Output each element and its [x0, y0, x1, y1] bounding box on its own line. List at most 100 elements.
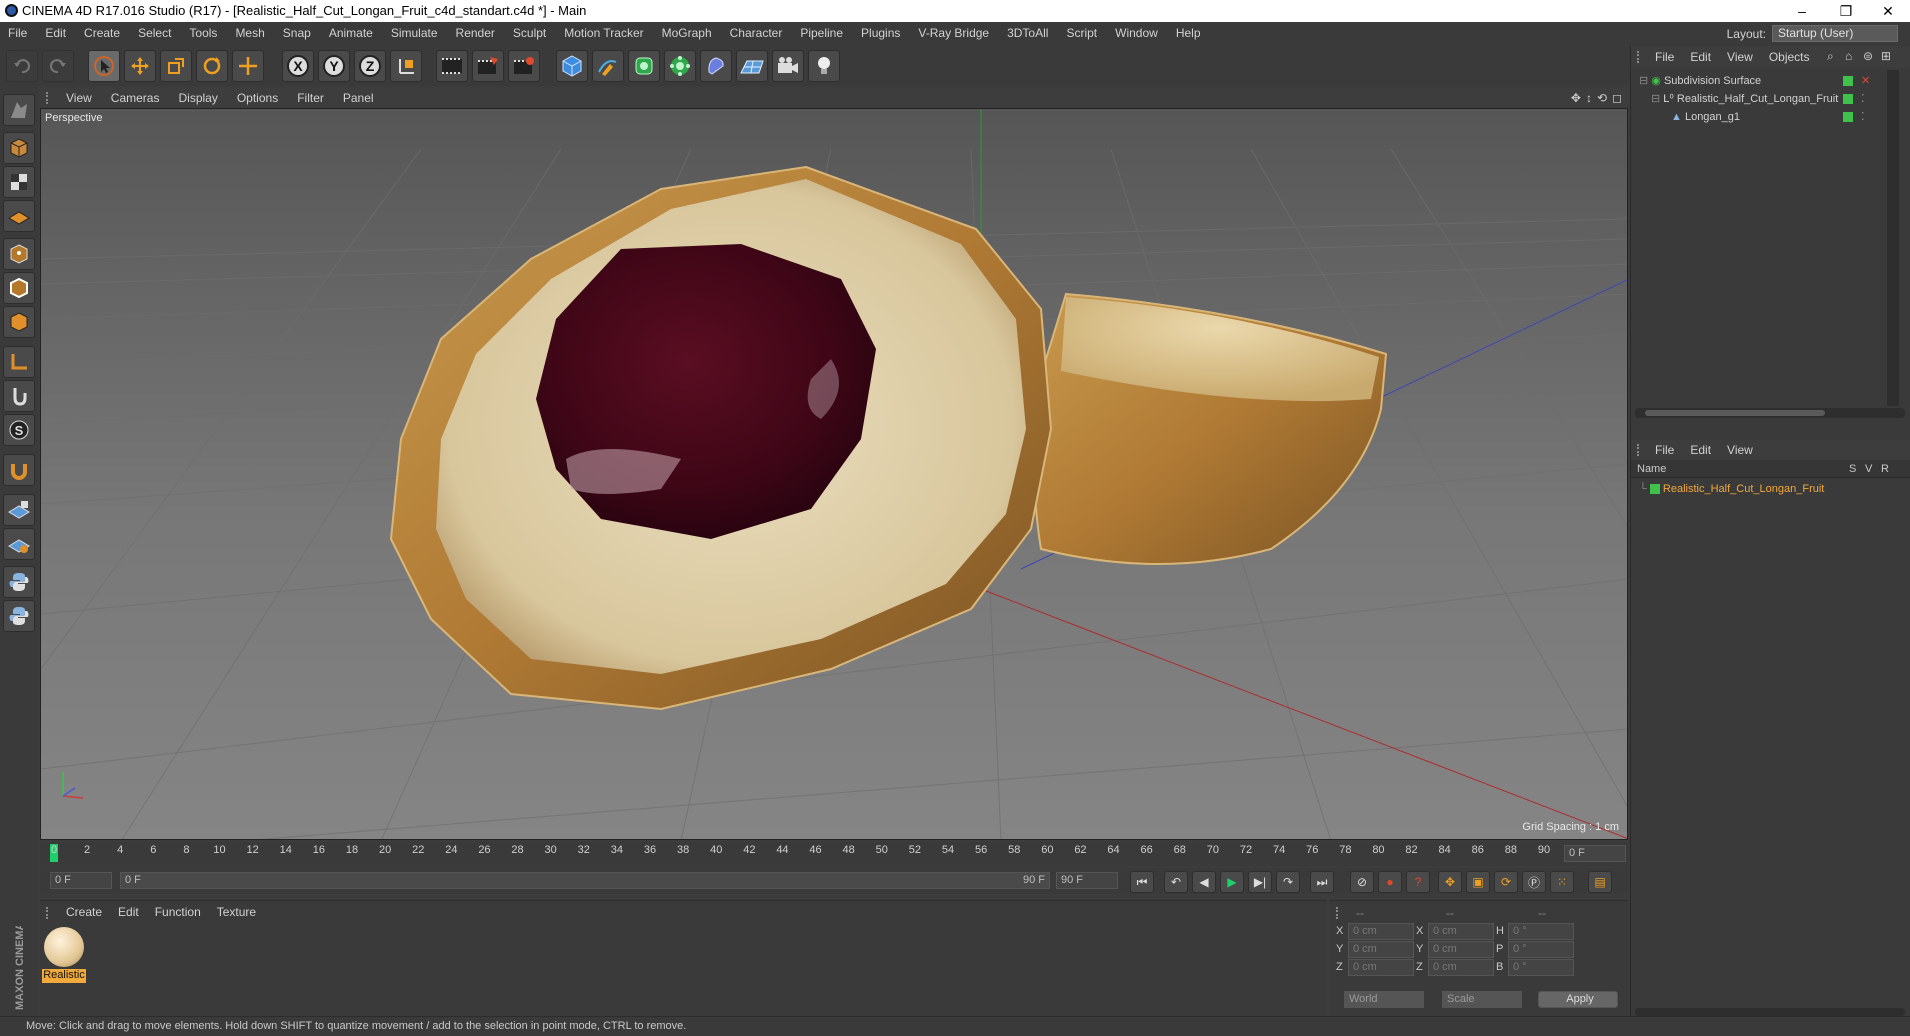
texture-mode-icon[interactable]: [3, 166, 35, 198]
material-menu-edit[interactable]: Edit: [118, 905, 139, 919]
menu-help[interactable]: Help: [1176, 26, 1201, 40]
cube-primitive-icon[interactable]: [556, 50, 588, 82]
menu-plugins[interactable]: Plugins: [861, 26, 900, 40]
subdivision-surface-icon[interactable]: [628, 50, 660, 82]
filter-icon[interactable]: ⊜: [1863, 49, 1873, 63]
viewport-menu-filter[interactable]: Filter: [297, 91, 324, 105]
apply-button[interactable]: Apply: [1538, 991, 1618, 1008]
material-menu-texture[interactable]: Texture: [217, 905, 256, 919]
play-icon[interactable]: ▶: [1220, 871, 1244, 893]
menu-simulate[interactable]: Simulate: [391, 26, 438, 40]
record-active-icon[interactable]: ●: [1378, 871, 1402, 893]
undo-icon[interactable]: [6, 50, 38, 82]
menu-animate[interactable]: Animate: [329, 26, 373, 40]
points-mode-icon[interactable]: [3, 238, 35, 270]
layer-row[interactable]: └ Realistic_Half_Cut_Longan_Fruit: [1639, 480, 1899, 498]
timeline-window-icon[interactable]: ▤: [1588, 871, 1612, 893]
coord-field[interactable]: 0 cm: [1348, 959, 1414, 976]
coord-field[interactable]: 0 °: [1508, 959, 1574, 976]
coord-field[interactable]: 0 cm: [1428, 941, 1494, 958]
menu-select[interactable]: Select: [138, 26, 171, 40]
axis-z-button[interactable]: Z: [354, 50, 386, 82]
cloner-icon[interactable]: [664, 50, 696, 82]
coord-field[interactable]: 0 °: [1508, 941, 1574, 958]
live-selection-icon[interactable]: [232, 50, 264, 82]
tweak-mode-icon[interactable]: [3, 380, 35, 412]
menu-mograph[interactable]: MoGraph: [662, 26, 712, 40]
layers-menu-edit[interactable]: Edit: [1690, 443, 1711, 457]
material-swatch[interactable]: Realistic: [42, 925, 86, 983]
key-scale-icon[interactable]: ▣: [1466, 871, 1490, 893]
go-to-start-icon[interactable]: ⏮: [1130, 871, 1154, 893]
make-editable-icon[interactable]: [3, 94, 35, 126]
menu-mesh[interactable]: Mesh: [235, 26, 264, 40]
menu-render[interactable]: Render: [456, 26, 495, 40]
search-icon[interactable]: ⌕: [1827, 49, 1834, 64]
key-parameter-icon[interactable]: Ⓟ: [1522, 871, 1546, 893]
layout-select[interactable]: Startup (User): [1772, 25, 1898, 42]
end-frame-field[interactable]: 90 F: [1056, 872, 1118, 889]
material-menu-create[interactable]: Create: [66, 905, 102, 919]
layer-color-icon[interactable]: [1843, 112, 1853, 122]
deformer-icon[interactable]: [700, 50, 732, 82]
python-icon[interactable]: [3, 566, 35, 598]
motion-path-icon[interactable]: ⊘: [1350, 871, 1374, 893]
menu-script[interactable]: Script: [1066, 26, 1097, 40]
polygons-mode-icon[interactable]: [3, 306, 35, 338]
viewport-menu-display[interactable]: Display: [178, 91, 217, 105]
tree-item-longan-g1[interactable]: ▲ Longan_g1: [1671, 108, 1901, 126]
object-tree-scrollbar[interactable]: [1887, 70, 1899, 406]
light-icon[interactable]: [808, 50, 840, 82]
viewport-menu-view[interactable]: View: [66, 91, 92, 105]
coord-field[interactable]: 0 cm: [1428, 923, 1494, 940]
layers-menu-view[interactable]: View: [1727, 443, 1753, 457]
objects-menu-objects[interactable]: Objects: [1769, 50, 1810, 64]
redo-icon[interactable]: [42, 50, 74, 82]
workplane-icon[interactable]: [3, 200, 35, 232]
magnet-icon[interactable]: [3, 454, 35, 486]
menu-window[interactable]: Window: [1115, 26, 1158, 40]
render-settings-icon[interactable]: [508, 50, 540, 82]
tree-item-subdivision-surface[interactable]: ⊟ ◉ Subdivision Surface: [1639, 72, 1869, 90]
menu-motion-tracker[interactable]: Motion Tracker: [564, 26, 643, 40]
layers-hscrollbar[interactable]: [1635, 1008, 1905, 1016]
home-icon[interactable]: ⌂: [1845, 49, 1852, 63]
move-view-icon[interactable]: ✥: [1571, 91, 1581, 105]
previous-keyframe-icon[interactable]: ↶: [1164, 871, 1188, 893]
workplane-alt-icon[interactable]: [3, 528, 35, 560]
autokey-icon[interactable]: ?: [1406, 871, 1430, 893]
menu-create[interactable]: Create: [84, 26, 120, 40]
floor-icon[interactable]: [736, 50, 768, 82]
restore-button[interactable]: ❐: [1824, 0, 1868, 22]
menu-pipeline[interactable]: Pipeline: [800, 26, 843, 40]
maximize-view-icon[interactable]: ◻: [1612, 91, 1622, 105]
minimize-button[interactable]: –: [1780, 0, 1824, 22]
viewport-menu-panel[interactable]: Panel: [343, 91, 374, 105]
select-tool-icon[interactable]: [88, 50, 120, 82]
coord-field[interactable]: 0 cm: [1428, 959, 1494, 976]
coordinate-system-icon[interactable]: [390, 50, 422, 82]
axis-mode-icon[interactable]: [3, 346, 35, 378]
viewport-menu-cameras[interactable]: Cameras: [111, 91, 160, 105]
current-frame-field[interactable]: 0 F: [1564, 845, 1626, 862]
layer-color-icon[interactable]: [1843, 76, 1853, 86]
new-view-icon[interactable]: ⊞: [1881, 49, 1891, 63]
menu-file[interactable]: File: [8, 26, 27, 40]
disable-icon[interactable]: ✕: [1861, 74, 1870, 87]
dolly-view-icon[interactable]: ↕: [1586, 91, 1592, 105]
material-menu-function[interactable]: Function: [155, 905, 201, 919]
object-tree-hscrollbar[interactable]: [1635, 408, 1905, 418]
menu-sculpt[interactable]: Sculpt: [513, 26, 546, 40]
go-to-end-icon[interactable]: ⏭: [1310, 871, 1334, 893]
render-view-icon[interactable]: [436, 50, 468, 82]
snap-icon[interactable]: S: [3, 414, 35, 446]
menu-v-ray-bridge[interactable]: V-Ray Bridge: [918, 26, 989, 40]
scale-tool-icon[interactable]: [160, 50, 192, 82]
rotate-view-icon[interactable]: ⟲: [1597, 91, 1607, 105]
model-mode-icon[interactable]: [3, 132, 35, 164]
viewport-menu-options[interactable]: Options: [237, 91, 278, 105]
python-script-icon[interactable]: [3, 600, 35, 632]
menu-tools[interactable]: Tools: [189, 26, 217, 40]
coord-field[interactable]: 0 cm: [1348, 941, 1414, 958]
axis-x-button[interactable]: X: [282, 50, 314, 82]
